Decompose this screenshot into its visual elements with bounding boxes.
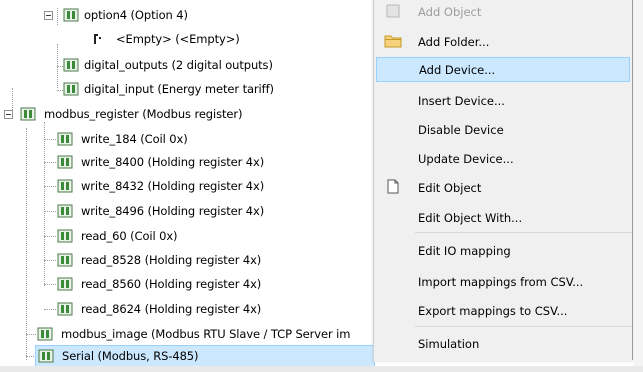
tree-item-read-8560[interactable]: read_8560 (Holding register 4x): [57, 273, 261, 295]
tree-item-option4[interactable]: option4 (Option 4): [63, 4, 188, 26]
menu-separator: [415, 326, 632, 327]
tree-line: [44, 186, 56, 187]
tree-item-serial[interactable]: Serial (Modbus, RS-485): [35, 345, 375, 367]
device-module-icon: [20, 107, 36, 121]
menu-separator: [415, 232, 632, 233]
tree-item-label: write_8400 (Holding register 4x): [81, 155, 265, 169]
device-module-icon: [63, 82, 79, 96]
tree-item-write-8496[interactable]: write_8496 (Holding register 4x): [57, 200, 264, 222]
tree-line: [44, 236, 56, 237]
tree-item-label: <Empty> (<Empty>): [116, 32, 240, 46]
scrollbar-track[interactable]: [633, 0, 643, 372]
tree-item-digital-input[interactable]: digital_input (Energy meter tariff): [63, 78, 274, 100]
device-module-icon: [38, 349, 54, 363]
device-module-icon: [57, 229, 73, 243]
menu-item-edit-io-mapping[interactable]: Edit IO mapping: [374, 238, 632, 263]
tree-item-label: digital_input (Energy meter tariff): [84, 82, 274, 96]
tree-item-label: write_184 (Coil 0x): [81, 132, 188, 146]
tree-item-empty-slot[interactable]: <Empty> (<Empty>): [90, 28, 240, 50]
tree-item-label: read_8528 (Holding register 4x): [81, 253, 262, 267]
menu-item-simulation[interactable]: Simulation: [374, 331, 632, 356]
tree-item-read-60[interactable]: read_60 (Coil 0x): [57, 225, 178, 247]
menu-item-add-device[interactable]: Add Device...: [376, 57, 630, 82]
menu-item-edit-object-with[interactable]: Edit Object With...: [374, 205, 632, 230]
device-module-icon: [57, 179, 73, 193]
tree-item-modbus-register[interactable]: modbus_register (Modbus register): [20, 103, 242, 125]
tree-line: [26, 128, 27, 360]
menu-item-edit-object[interactable]: Edit Object: [374, 175, 632, 200]
edit-object-icon: [387, 179, 399, 194]
tree-line: [44, 162, 56, 163]
tree-item-label: Serial (Modbus, RS-485): [62, 349, 199, 363]
menu-item-add-folder[interactable]: Add Folder...: [374, 29, 632, 54]
device-module-icon: [63, 58, 79, 72]
tree-item-label: option4 (Option 4): [84, 8, 188, 22]
tree-item-read-8528[interactable]: read_8528 (Holding register 4x): [57, 249, 261, 271]
tree-item-digital-outputs[interactable]: digital_outputs (2 digital outputs): [63, 54, 273, 76]
menu-item-import-mappings-csv[interactable]: Import mappings from CSV...: [374, 269, 632, 294]
tree-item-write-8432[interactable]: write_8432 (Holding register 4x): [57, 175, 264, 197]
tree-item-write-184[interactable]: write_184 (Coil 0x): [57, 128, 188, 150]
tree-item-label: write_8432 (Holding register 4x): [81, 179, 265, 193]
tree-line: [44, 309, 56, 310]
menu-item-disable-device[interactable]: Disable Device: [374, 117, 632, 142]
tree-item-label: modbus_image (Modbus RTU Slave / TCP Ser…: [61, 327, 351, 341]
horizontal-scrollbar[interactable]: [0, 366, 643, 372]
device-module-icon: [63, 8, 79, 22]
device-module-icon: [57, 204, 73, 218]
tree-line: [44, 260, 56, 261]
device-module-icon: [57, 302, 73, 316]
menu-item-export-mappings-csv[interactable]: Export mappings to CSV...: [374, 298, 632, 323]
device-module-icon: [57, 277, 73, 291]
tree-line: [44, 284, 56, 285]
add-object-icon: [386, 4, 400, 18]
menu-item-add-object[interactable]: Add Object: [374, 0, 632, 24]
folder-icon: [384, 35, 402, 48]
empty-slot-icon: [94, 34, 101, 44]
tree-line: [57, 8, 58, 25]
device-module-icon: [57, 253, 73, 267]
tree-item-label: modbus_register (Modbus register): [44, 107, 243, 121]
tree-item-label: read_8624 (Holding register 4x): [81, 302, 262, 316]
device-module-icon: [57, 155, 73, 169]
collapse-toggle[interactable]: [4, 110, 13, 119]
tree-item-modbus-image[interactable]: modbus_image (Modbus RTU Slave / TCP Ser…: [37, 323, 350, 345]
tree-item-label: read_8560 (Holding register 4x): [81, 277, 262, 291]
tree-line: [44, 211, 56, 212]
device-module-icon: [37, 327, 53, 341]
tree-item-label: read_60 (Coil 0x): [81, 229, 178, 243]
collapse-toggle[interactable]: [44, 11, 53, 20]
tree-item-label: digital_outputs (2 digital outputs): [84, 58, 273, 72]
tree-item-label: write_8496 (Holding register 4x): [81, 204, 265, 218]
menu-item-update-device[interactable]: Update Device...: [374, 146, 632, 171]
device-module-icon: [57, 132, 73, 146]
tree-line: [44, 122, 45, 286]
tree-line: [26, 334, 36, 335]
tree-item-read-8624[interactable]: read_8624 (Holding register 4x): [57, 298, 261, 320]
tree-item-write-8400[interactable]: write_8400 (Holding register 4x): [57, 151, 264, 173]
tree-line: [44, 139, 56, 140]
menu-item-insert-device[interactable]: Insert Device...: [374, 88, 632, 113]
